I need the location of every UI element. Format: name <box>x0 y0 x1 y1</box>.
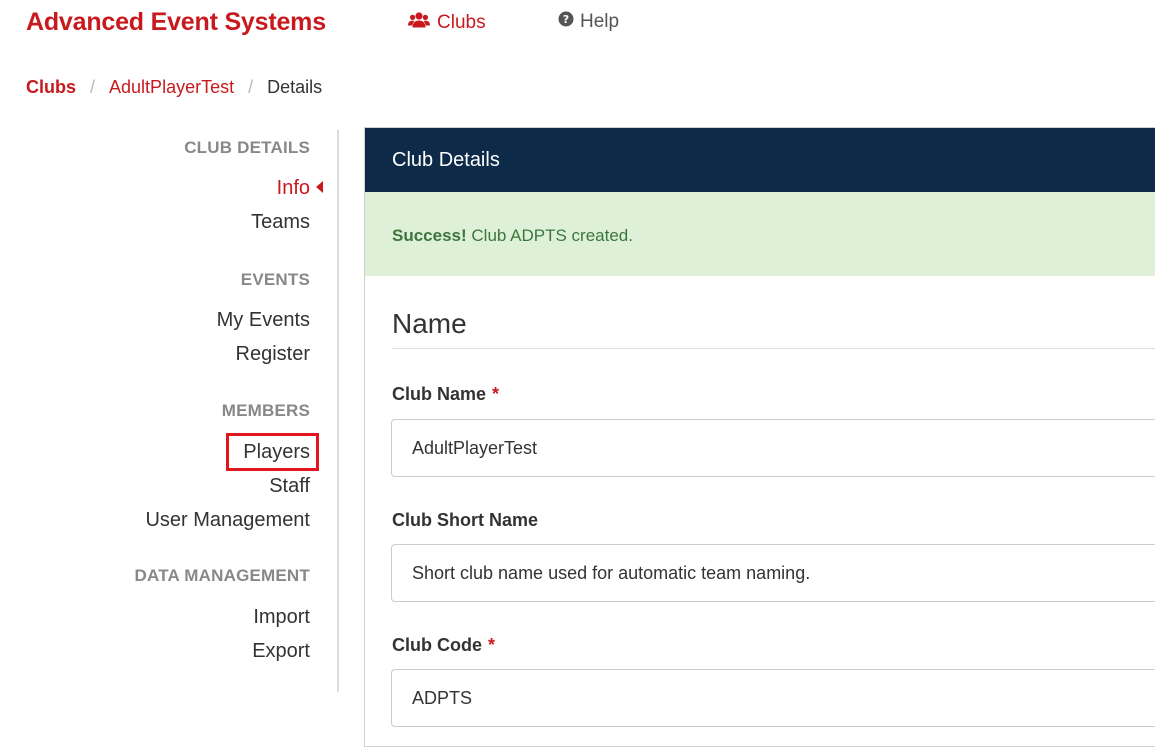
top-navbar: Advanced Event Systems Clubs ? Help <box>0 0 1155 48</box>
sidebar-heading-events: EVENTS <box>240 270 310 289</box>
required-marker: * <box>492 384 500 404</box>
brand-logo-text[interactable]: Advanced Event Systems <box>26 8 326 37</box>
club-code-label-text: Club Code <box>392 635 482 655</box>
alert-message: Club ADPTS created. <box>466 226 633 245</box>
sidebar-item-teams[interactable]: Teams <box>251 210 310 234</box>
sidebar-item-import[interactable]: Import <box>253 605 310 629</box>
svg-text:?: ? <box>563 13 569 26</box>
club-code-input[interactable] <box>391 669 1155 727</box>
breadcrumb-current: Details <box>267 77 323 97</box>
club-name-label: Club Name * <box>392 384 499 405</box>
users-icon <box>408 11 430 35</box>
club-short-name-label: Club Short Name <box>392 510 539 530</box>
club-short-name-input[interactable] <box>391 544 1155 602</box>
players-highlight-box <box>226 433 319 471</box>
nav-clubs-label: Clubs <box>437 12 486 33</box>
breadcrumb: Clubs / AdultPlayerTest / Details <box>26 77 322 98</box>
alert-strong: Success! <box>392 226 467 245</box>
section-divider <box>392 348 1155 349</box>
section-title-name: Name <box>392 308 467 339</box>
club-name-input[interactable] <box>391 419 1155 477</box>
sidebar-heading-members: MEMBERS <box>221 401 310 420</box>
nav-help-label: Help <box>580 11 620 32</box>
sidebar-item-register[interactable]: Register <box>236 342 310 366</box>
nav-help-link[interactable]: ? Help <box>558 11 619 33</box>
active-item-caret-icon <box>316 181 323 193</box>
breadcrumb-club-link[interactable]: AdultPlayerTest <box>109 77 234 98</box>
club-details-panel: Club Details Success! Club ADPTS created… <box>364 127 1155 747</box>
breadcrumb-clubs-link[interactable]: Clubs <box>26 77 76 98</box>
nav-clubs-link[interactable]: Clubs <box>408 11 486 35</box>
club-name-label-text: Club Name <box>392 384 487 404</box>
sidebar-item-info[interactable]: Info <box>277 176 310 200</box>
sidebar-item-staff[interactable]: Staff <box>269 474 310 498</box>
club-code-label: Club Code * <box>392 635 495 656</box>
breadcrumb-separator: / <box>90 77 96 97</box>
panel-title: Club Details <box>365 128 1155 192</box>
sidebar-item-export[interactable]: Export <box>252 639 310 663</box>
breadcrumb-separator: / <box>248 77 254 97</box>
success-alert: Success! Club ADPTS created. <box>365 192 1155 276</box>
sidebar-item-my-events[interactable]: My Events <box>217 308 310 332</box>
sidebar-divider <box>337 130 339 692</box>
question-circle-icon: ? <box>558 11 574 33</box>
required-marker: * <box>488 635 496 655</box>
sidebar-heading-data-management: DATA MANAGEMENT <box>134 566 310 585</box>
sidebar-item-user-management[interactable]: User Management <box>145 508 310 532</box>
sidebar-heading-club-details: CLUB DETAILS <box>184 138 310 157</box>
